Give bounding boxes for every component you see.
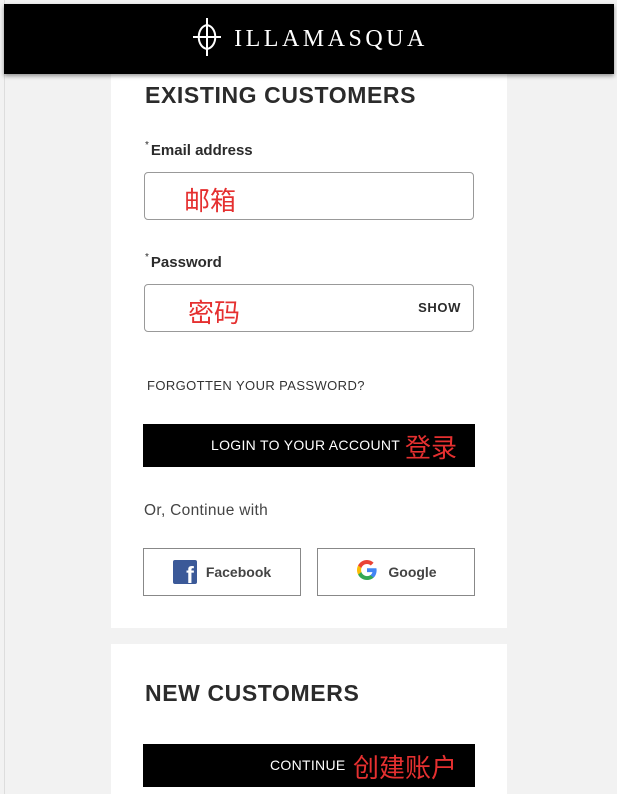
show-password-button[interactable]: SHOW: [418, 300, 461, 315]
page-edge: [4, 0, 5, 794]
brand-logo[interactable]: ILLAMASQUA: [190, 17, 428, 62]
email-label-text: Email address: [150, 142, 253, 159]
continue-button-label: CONTINUE: [270, 757, 346, 773]
brand-name: ILLAMASQUA: [234, 25, 428, 52]
password-placeholder: 密码: [188, 299, 241, 329]
facebook-login-button[interactable]: f Facebook: [143, 548, 301, 596]
email-label: * Email address: [145, 140, 253, 159]
google-icon: [355, 558, 379, 587]
email-placeholder: 邮箱: [184, 187, 237, 217]
google-label: Google: [388, 564, 437, 580]
site-header: ILLAMASQUA: [4, 4, 614, 74]
new-customers-card: NEW CUSTOMERS CONTINUE 创建账户: [111, 644, 507, 794]
email-field[interactable]: 邮箱: [144, 172, 474, 220]
continue-annotation: 创建账户: [353, 754, 458, 784]
login-button-label: LOGIN TO YOUR ACCOUNT: [211, 437, 401, 453]
login-button[interactable]: LOGIN TO YOUR ACCOUNT 登录: [143, 424, 475, 467]
password-field[interactable]: 密码 SHOW: [144, 284, 474, 332]
illamasqua-emblem-icon: [190, 17, 224, 62]
required-mark: *: [145, 252, 149, 263]
password-label: * Password: [145, 252, 222, 271]
password-label-text: Password: [150, 254, 222, 271]
new-customers-title: NEW CUSTOMERS: [145, 680, 360, 706]
login-annotation: 登录: [405, 434, 458, 464]
existing-customers-title: EXISTING CUSTOMERS: [145, 82, 417, 108]
required-mark: *: [145, 140, 149, 151]
forgot-password-link[interactable]: FORGOTTEN YOUR PASSWORD?: [147, 378, 365, 393]
facebook-label: Facebook: [205, 564, 272, 580]
existing-customers-card: EXISTING CUSTOMERS * Email address 邮箱 * Pa…: [111, 60, 507, 628]
google-login-button[interactable]: Google: [317, 548, 475, 596]
or-continue-text: Or, Continue with: [144, 502, 268, 519]
facebook-icon: f: [172, 560, 197, 584]
continue-button[interactable]: CONTINUE 创建账户: [143, 744, 475, 787]
